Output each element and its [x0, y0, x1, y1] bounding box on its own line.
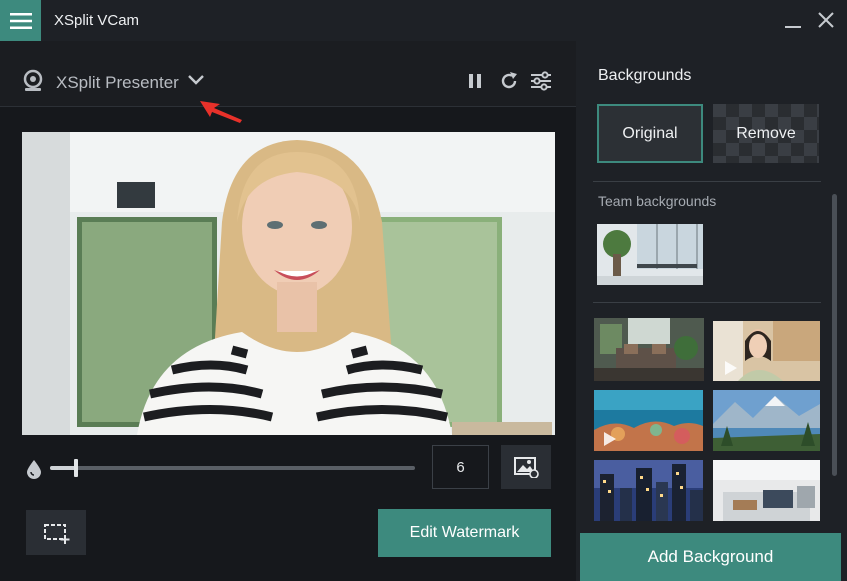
close-button[interactable]	[814, 8, 838, 32]
image-settings-icon	[514, 457, 539, 478]
minimize-icon	[785, 26, 801, 28]
mountain-lake-image	[713, 390, 820, 451]
image-adjust-button[interactable]	[501, 445, 551, 489]
device-name[interactable]: XSplit Presenter	[56, 73, 179, 93]
backgrounds-panel: Backgrounds Original Remove Team backgro…	[576, 41, 847, 581]
refresh-icon	[501, 72, 517, 89]
background-thumb-living-room[interactable]	[594, 318, 704, 381]
pause-icon	[469, 74, 481, 88]
pause-button[interactable]	[463, 69, 487, 93]
blur-slider-fill	[50, 466, 76, 470]
crop-button[interactable]	[26, 510, 86, 555]
hamburger-menu-button[interactable]	[0, 0, 41, 41]
camera-panel: XSplit Presenter 6 Edit Watermark	[0, 41, 576, 581]
background-thumb-city-night[interactable]	[594, 460, 703, 521]
team-background-thumb[interactable]	[597, 224, 703, 285]
sliders-icon	[531, 71, 551, 91]
background-thumb-woman-video[interactable]	[713, 321, 820, 381]
settings-button[interactable]	[529, 69, 553, 93]
woman-video-image	[713, 321, 820, 381]
blur-control: 6	[22, 445, 555, 491]
coral-reef-image	[594, 390, 703, 451]
living-room-image	[594, 318, 704, 381]
background-thumb-mountain-lake[interactable]	[713, 390, 820, 451]
title-bar: XSplit VCam	[0, 0, 847, 41]
background-thumb-bedroom[interactable]	[713, 460, 820, 521]
hamburger-icon	[9, 12, 32, 29]
city-night-image	[594, 460, 703, 521]
divider	[593, 181, 821, 182]
blur-slider[interactable]	[50, 459, 415, 477]
close-icon	[818, 12, 834, 28]
backgrounds-title: Backgrounds	[598, 67, 692, 84]
office-background-image	[597, 224, 703, 285]
backgrounds-scrollbar[interactable]	[832, 194, 837, 476]
blur-drop-icon	[27, 460, 41, 479]
app-title: XSplit VCam	[54, 12, 140, 29]
presenter-image	[22, 132, 555, 435]
blur-value-field[interactable]: 6	[432, 445, 489, 489]
add-background-button[interactable]: Add Background	[580, 533, 841, 581]
camera-toolbar: XSplit Presenter	[0, 41, 576, 123]
edit-watermark-button[interactable]: Edit Watermark	[378, 509, 551, 557]
original-background-option[interactable]: Original	[597, 104, 703, 163]
bedroom-image	[713, 460, 820, 521]
remove-background-option[interactable]: Remove	[713, 104, 819, 163]
divider	[593, 302, 821, 303]
chevron-down-icon[interactable]	[186, 73, 206, 87]
webcam-icon	[23, 69, 43, 91]
refresh-button[interactable]	[497, 69, 521, 93]
annotation-arrow-icon	[200, 101, 242, 123]
team-backgrounds-label: Team backgrounds	[598, 193, 717, 209]
crop-icon	[44, 523, 70, 544]
background-thumb-coral-reef[interactable]	[594, 390, 703, 451]
blur-slider-thumb[interactable]	[73, 459, 78, 477]
minimize-button[interactable]	[781, 8, 805, 32]
camera-preview	[22, 132, 555, 435]
